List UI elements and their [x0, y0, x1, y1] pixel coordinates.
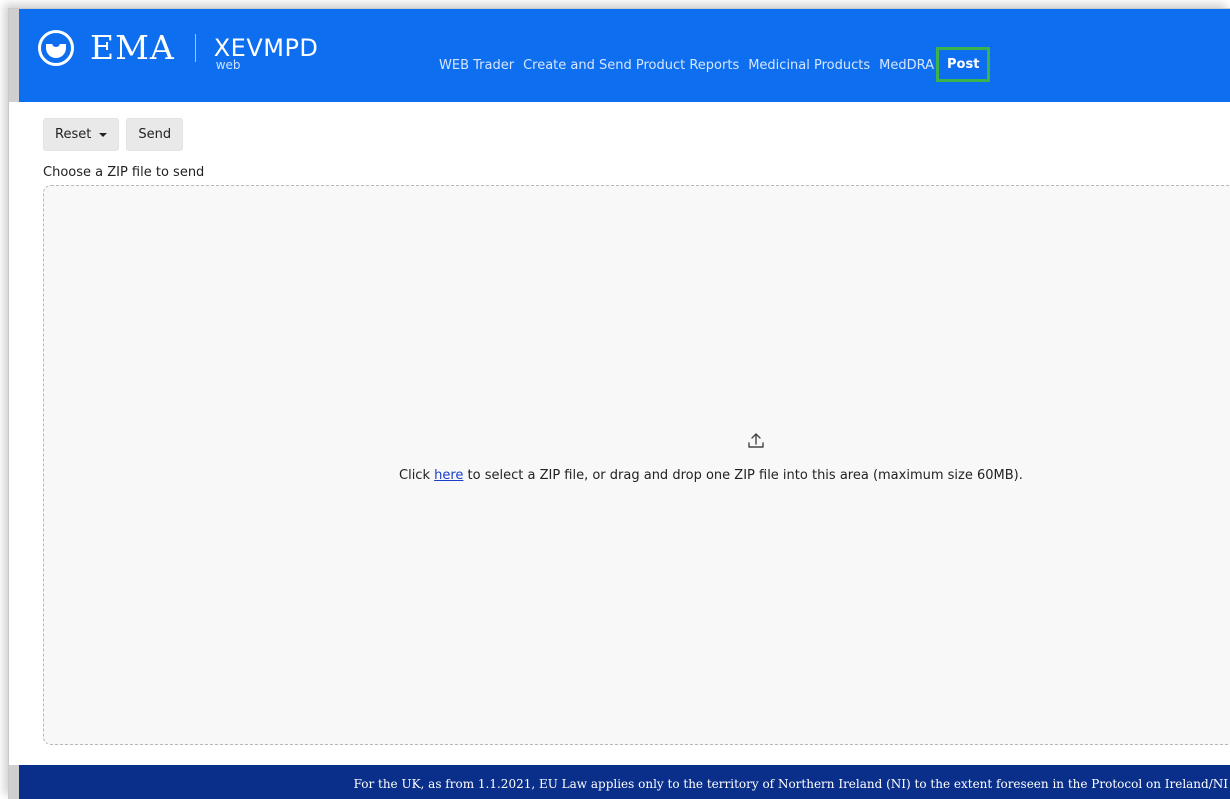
footer: For the UK, as from 1.1.2021, EU Law app… [9, 765, 1230, 799]
reset-label: Reset [55, 127, 92, 142]
product-title: XEVMPD web [213, 34, 319, 72]
ema-logo-icon [38, 30, 74, 66]
logo-divider [194, 34, 196, 62]
caret-down-icon [99, 133, 108, 137]
select-file-link[interactable]: here [434, 468, 463, 483]
dropzone-text-after: to select a ZIP file, or drag and drop o… [463, 468, 1023, 483]
top-header: EMA XEVMPD web WEB Trader Create and Sen… [9, 9, 1230, 102]
upload-icon [748, 433, 764, 448]
product-name: XEVMPD [213, 34, 319, 62]
nav-meddra[interactable]: MedDRA [879, 58, 934, 73]
send-button[interactable]: Send [126, 118, 184, 151]
reset-dropdown-button[interactable]: Reset [43, 118, 120, 151]
nav-post[interactable]: Post [936, 47, 991, 82]
dropzone-instructions: Click here to select a ZIP file, or drag… [399, 468, 1023, 483]
product-subtitle: web [215, 58, 241, 72]
nav-create-send-reports[interactable]: Create and Send Product Reports [523, 58, 739, 73]
choose-zip-label: Choose a ZIP file to send [43, 165, 205, 180]
footer-notice: For the UK, as from 1.1.2021, EU Law app… [353, 777, 1228, 791]
zip-dropzone[interactable]: Click here to select a ZIP file, or drag… [43, 185, 1230, 745]
logo-text: EMA [90, 28, 175, 67]
dropzone-text-before: Click [399, 468, 435, 483]
main-nav: WEB Trader Create and Send Product Repor… [439, 47, 999, 82]
brand[interactable]: EMA XEVMPD web [38, 28, 319, 72]
nav-medicinal-products[interactable]: Medicinal Products [748, 58, 870, 73]
toolbar: Reset Send [43, 118, 184, 151]
app-window: EMA XEVMPD web WEB Trader Create and Sen… [8, 8, 1230, 799]
nav-web-trader[interactable]: WEB Trader [439, 58, 514, 73]
